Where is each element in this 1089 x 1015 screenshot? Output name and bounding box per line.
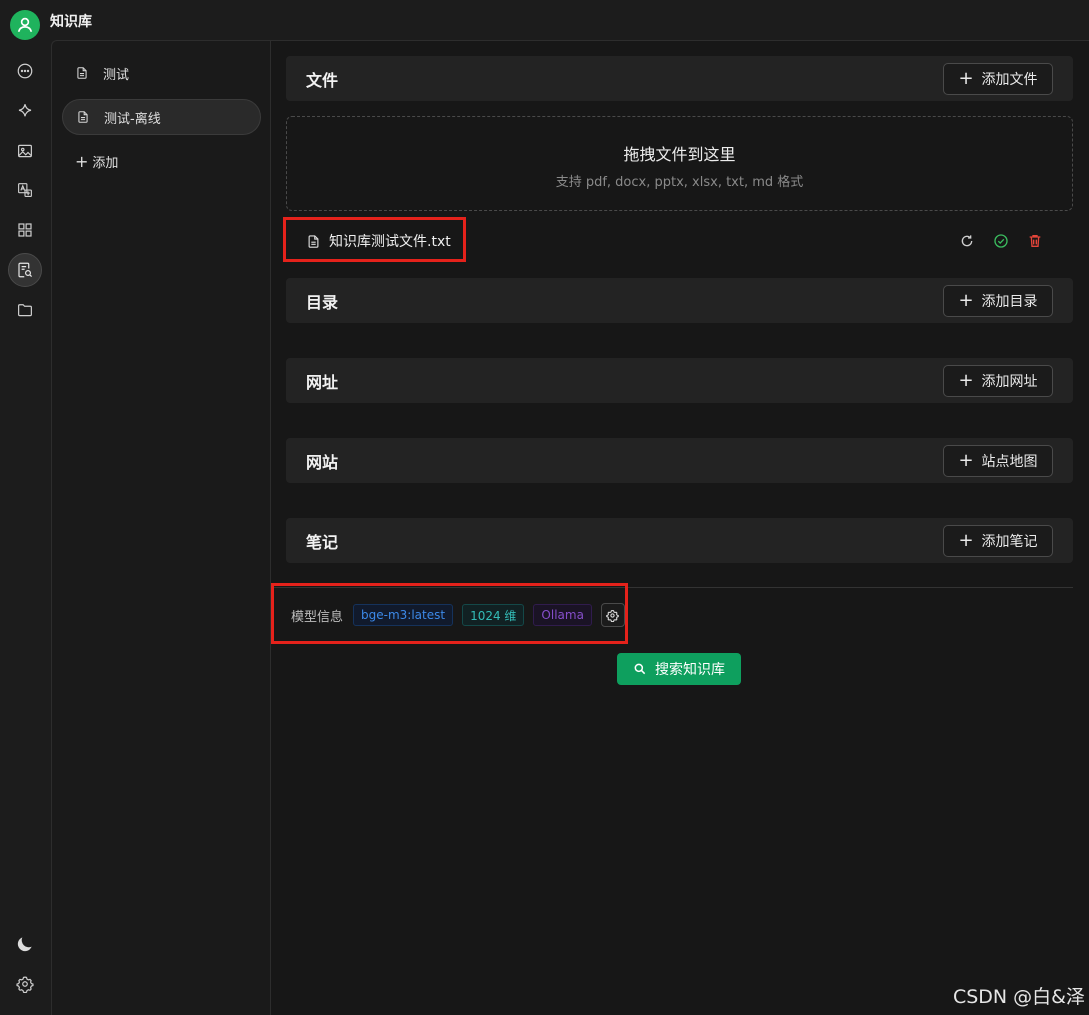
plus-icon: + bbox=[75, 151, 89, 171]
directory-section: 目录 + 添加目录 bbox=[286, 278, 1073, 323]
plus-icon: + bbox=[958, 290, 974, 311]
dropzone-subtitle: 支持 pdf, docx, pptx, xlsx, txt, md 格式 bbox=[555, 175, 804, 190]
notes-section: 笔记 + 添加笔记 bbox=[286, 518, 1073, 563]
settings-icon[interactable] bbox=[8, 967, 42, 1001]
add-label: 添加 bbox=[92, 156, 119, 171]
image-icon[interactable] bbox=[8, 134, 42, 168]
watermark: CSDN @白&泽 bbox=[952, 986, 1085, 1008]
url-section: 网址 + 添加网址 bbox=[286, 358, 1073, 403]
search-knowledge-base-button[interactable]: 搜索知识库 bbox=[617, 653, 741, 685]
dropzone-title: 拖拽文件到这里 bbox=[623, 145, 736, 164]
highlight-box-model-info bbox=[271, 583, 628, 644]
kb-item-label: 测试 bbox=[103, 67, 130, 83]
search-icon bbox=[634, 663, 646, 675]
website-section: 网站 + 站点地图 bbox=[286, 438, 1073, 483]
apps-icon[interactable] bbox=[8, 213, 42, 247]
knowledge-base-content: 文件 + 添加文件 拖拽文件到这里 支持 pdf, docx, pptx, xl… bbox=[270, 40, 1089, 1015]
file-actions bbox=[959, 233, 1043, 249]
kb-item-label: 测试-离线 bbox=[104, 111, 161, 127]
add-directory-button[interactable]: + 添加目录 bbox=[943, 285, 1053, 317]
translate-icon[interactable] bbox=[8, 173, 42, 207]
icon-rail bbox=[0, 40, 50, 1015]
add-knowledge-base-button[interactable]: + 添加 bbox=[75, 152, 118, 171]
knowledge-base-list: 测试 测试-离线 + 添加 bbox=[51, 40, 270, 1015]
kb-item-test-offline[interactable]: 测试-离线 bbox=[62, 99, 261, 135]
section-title: 网站 bbox=[306, 453, 339, 472]
knowledge-icon[interactable] bbox=[8, 253, 42, 287]
add-file-button[interactable]: + 添加文件 bbox=[943, 63, 1053, 95]
refresh-icon[interactable] bbox=[959, 233, 975, 249]
plus-icon: + bbox=[958, 530, 974, 551]
plus-icon: + bbox=[958, 68, 974, 89]
chat-icon[interactable] bbox=[8, 54, 42, 88]
button-label: 站点地图 bbox=[981, 454, 1038, 470]
document-icon bbox=[78, 111, 88, 123]
check-circle-icon bbox=[994, 234, 1008, 248]
search-button-label: 搜索知识库 bbox=[655, 662, 725, 678]
highlight-box-file bbox=[283, 217, 466, 262]
delete-icon[interactable] bbox=[1027, 233, 1043, 249]
moon-icon[interactable] bbox=[8, 927, 42, 961]
folder-icon[interactable] bbox=[8, 293, 42, 327]
file-dropzone[interactable]: 拖拽文件到这里 支持 pdf, docx, pptx, xlsx, txt, m… bbox=[286, 116, 1073, 211]
section-title: 文件 bbox=[306, 71, 339, 90]
plus-icon: + bbox=[958, 370, 974, 391]
document-icon bbox=[77, 67, 87, 79]
section-title: 目录 bbox=[306, 293, 339, 312]
plus-icon: + bbox=[958, 450, 974, 471]
sparkle-icon[interactable] bbox=[8, 94, 42, 128]
button-label: 添加网址 bbox=[981, 374, 1038, 390]
section-title: 网址 bbox=[306, 373, 339, 392]
kb-item-test[interactable]: 测试 bbox=[62, 55, 261, 91]
add-url-button[interactable]: + 添加网址 bbox=[943, 365, 1053, 397]
sitemap-button[interactable]: + 站点地图 bbox=[943, 445, 1053, 477]
user-avatar[interactable] bbox=[10, 10, 40, 40]
add-note-button[interactable]: + 添加笔记 bbox=[943, 525, 1053, 557]
user-icon bbox=[17, 17, 33, 33]
files-section: 文件 + 添加文件 bbox=[286, 56, 1073, 101]
section-title: 笔记 bbox=[306, 533, 339, 552]
app-title: 知识库 bbox=[50, 14, 92, 30]
button-label: 添加笔记 bbox=[981, 534, 1038, 550]
button-label: 添加文件 bbox=[981, 72, 1038, 88]
title-bar: 知识库 bbox=[0, 0, 1089, 40]
button-label: 添加目录 bbox=[981, 294, 1038, 310]
